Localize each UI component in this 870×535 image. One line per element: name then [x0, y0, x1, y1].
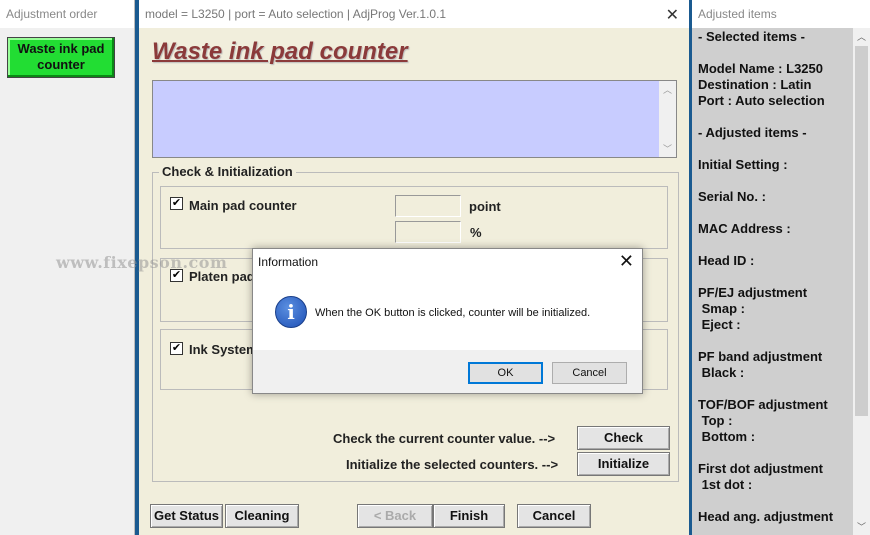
list-item: - Adjusted items -	[698, 125, 807, 140]
close-icon[interactable]: ✕	[666, 5, 679, 25]
check-button[interactable]: Check	[577, 426, 670, 450]
list-item: Smap :	[698, 301, 745, 316]
get-status-button[interactable]: Get Status	[150, 504, 223, 528]
main-pad-checkbox[interactable]: ✔	[170, 197, 183, 210]
list-item: PF band adjustment	[698, 349, 823, 364]
main-pad-section: ✔ Main pad counter point %	[160, 186, 668, 249]
textarea-scrollbar[interactable]: ︿ ﹀	[659, 81, 676, 157]
list-item: Eject :	[698, 317, 741, 332]
page-title: Waste ink pad counter	[152, 38, 408, 65]
list-item: MAC Address :	[698, 221, 791, 236]
info-icon: i	[275, 296, 307, 328]
right-scrollbar[interactable]: ︿ ﹀	[853, 28, 870, 535]
dialog-message: When the OK button is clicked, counter w…	[315, 307, 591, 319]
information-dialog: Information ✕ i When the OK button is cl…	[252, 248, 643, 394]
dialog-cancel-button[interactable]: Cancel	[552, 362, 627, 384]
ink-system-checkbox[interactable]: ✔	[170, 342, 183, 355]
scroll-down-icon[interactable]: ﹀	[659, 142, 676, 155]
waste-ink-pad-counter-button[interactable]: Waste ink pad counter	[7, 37, 115, 78]
list-item: Head ID :	[698, 253, 755, 268]
scrollbar-thumb[interactable]	[855, 46, 868, 416]
scroll-up-icon[interactable]: ︿	[853, 30, 870, 43]
finish-button[interactable]: Finish	[433, 504, 505, 528]
main-pad-percent-field	[395, 221, 461, 243]
cleaning-button[interactable]: Cleaning	[225, 504, 299, 528]
list-item: Port : Auto selection	[698, 93, 825, 108]
list-item: PF/EJ adjustment	[698, 285, 808, 300]
main-window-title: model = L3250 | port = Auto selection | …	[139, 0, 689, 28]
main-pad-point-field	[395, 195, 461, 217]
left-window-title: Adjustment order	[0, 0, 134, 28]
ink-system-label: Ink System	[189, 342, 258, 357]
right-window-title: Adjusted items	[692, 0, 870, 28]
initialize-button[interactable]: Initialize	[577, 452, 670, 476]
cancel-button[interactable]: Cancel	[517, 504, 591, 528]
scroll-down-icon[interactable]: ﹀	[853, 520, 870, 533]
list-item: Bottom :	[698, 429, 756, 444]
list-item: First dot adjustment	[698, 461, 823, 476]
list-item: Initial Setting :	[698, 157, 788, 172]
list-item: - Selected items -	[698, 29, 805, 44]
list-item: Serial No. :	[698, 189, 766, 204]
ok-button[interactable]: OK	[468, 362, 543, 384]
list-item: Destination : Latin	[698, 77, 812, 92]
check-prompt: Check the current counter value. -->	[333, 431, 556, 446]
dialog-footer: OK Cancel	[253, 350, 642, 393]
list-item: Model Name : L3250	[698, 61, 823, 76]
list-item: TOF/BOF adjustment	[698, 397, 828, 412]
main-pad-label: Main pad counter	[189, 198, 297, 213]
adjusted-items-window: Adjusted items - Selected items - Model …	[692, 0, 870, 535]
initialize-prompt: Initialize the selected counters. -->	[346, 457, 559, 472]
watermark-text: www.fixepson.com	[56, 253, 228, 272]
back-button[interactable]: < Back	[357, 504, 433, 528]
close-icon[interactable]: ✕	[619, 251, 634, 272]
dialog-title: Information	[258, 255, 319, 269]
list-item: Top :	[698, 413, 733, 428]
group-title: Check & Initialization	[159, 164, 296, 179]
list-item: Head ang. adjustment	[698, 509, 834, 524]
list-item: Black :	[698, 365, 745, 380]
output-textarea[interactable]: ︿ ﹀	[152, 80, 677, 158]
list-item: 1st dot :	[698, 477, 753, 492]
percent-unit-label: %	[470, 225, 482, 240]
scroll-up-icon[interactable]: ︿	[659, 83, 676, 96]
point-unit-label: point	[469, 199, 501, 214]
